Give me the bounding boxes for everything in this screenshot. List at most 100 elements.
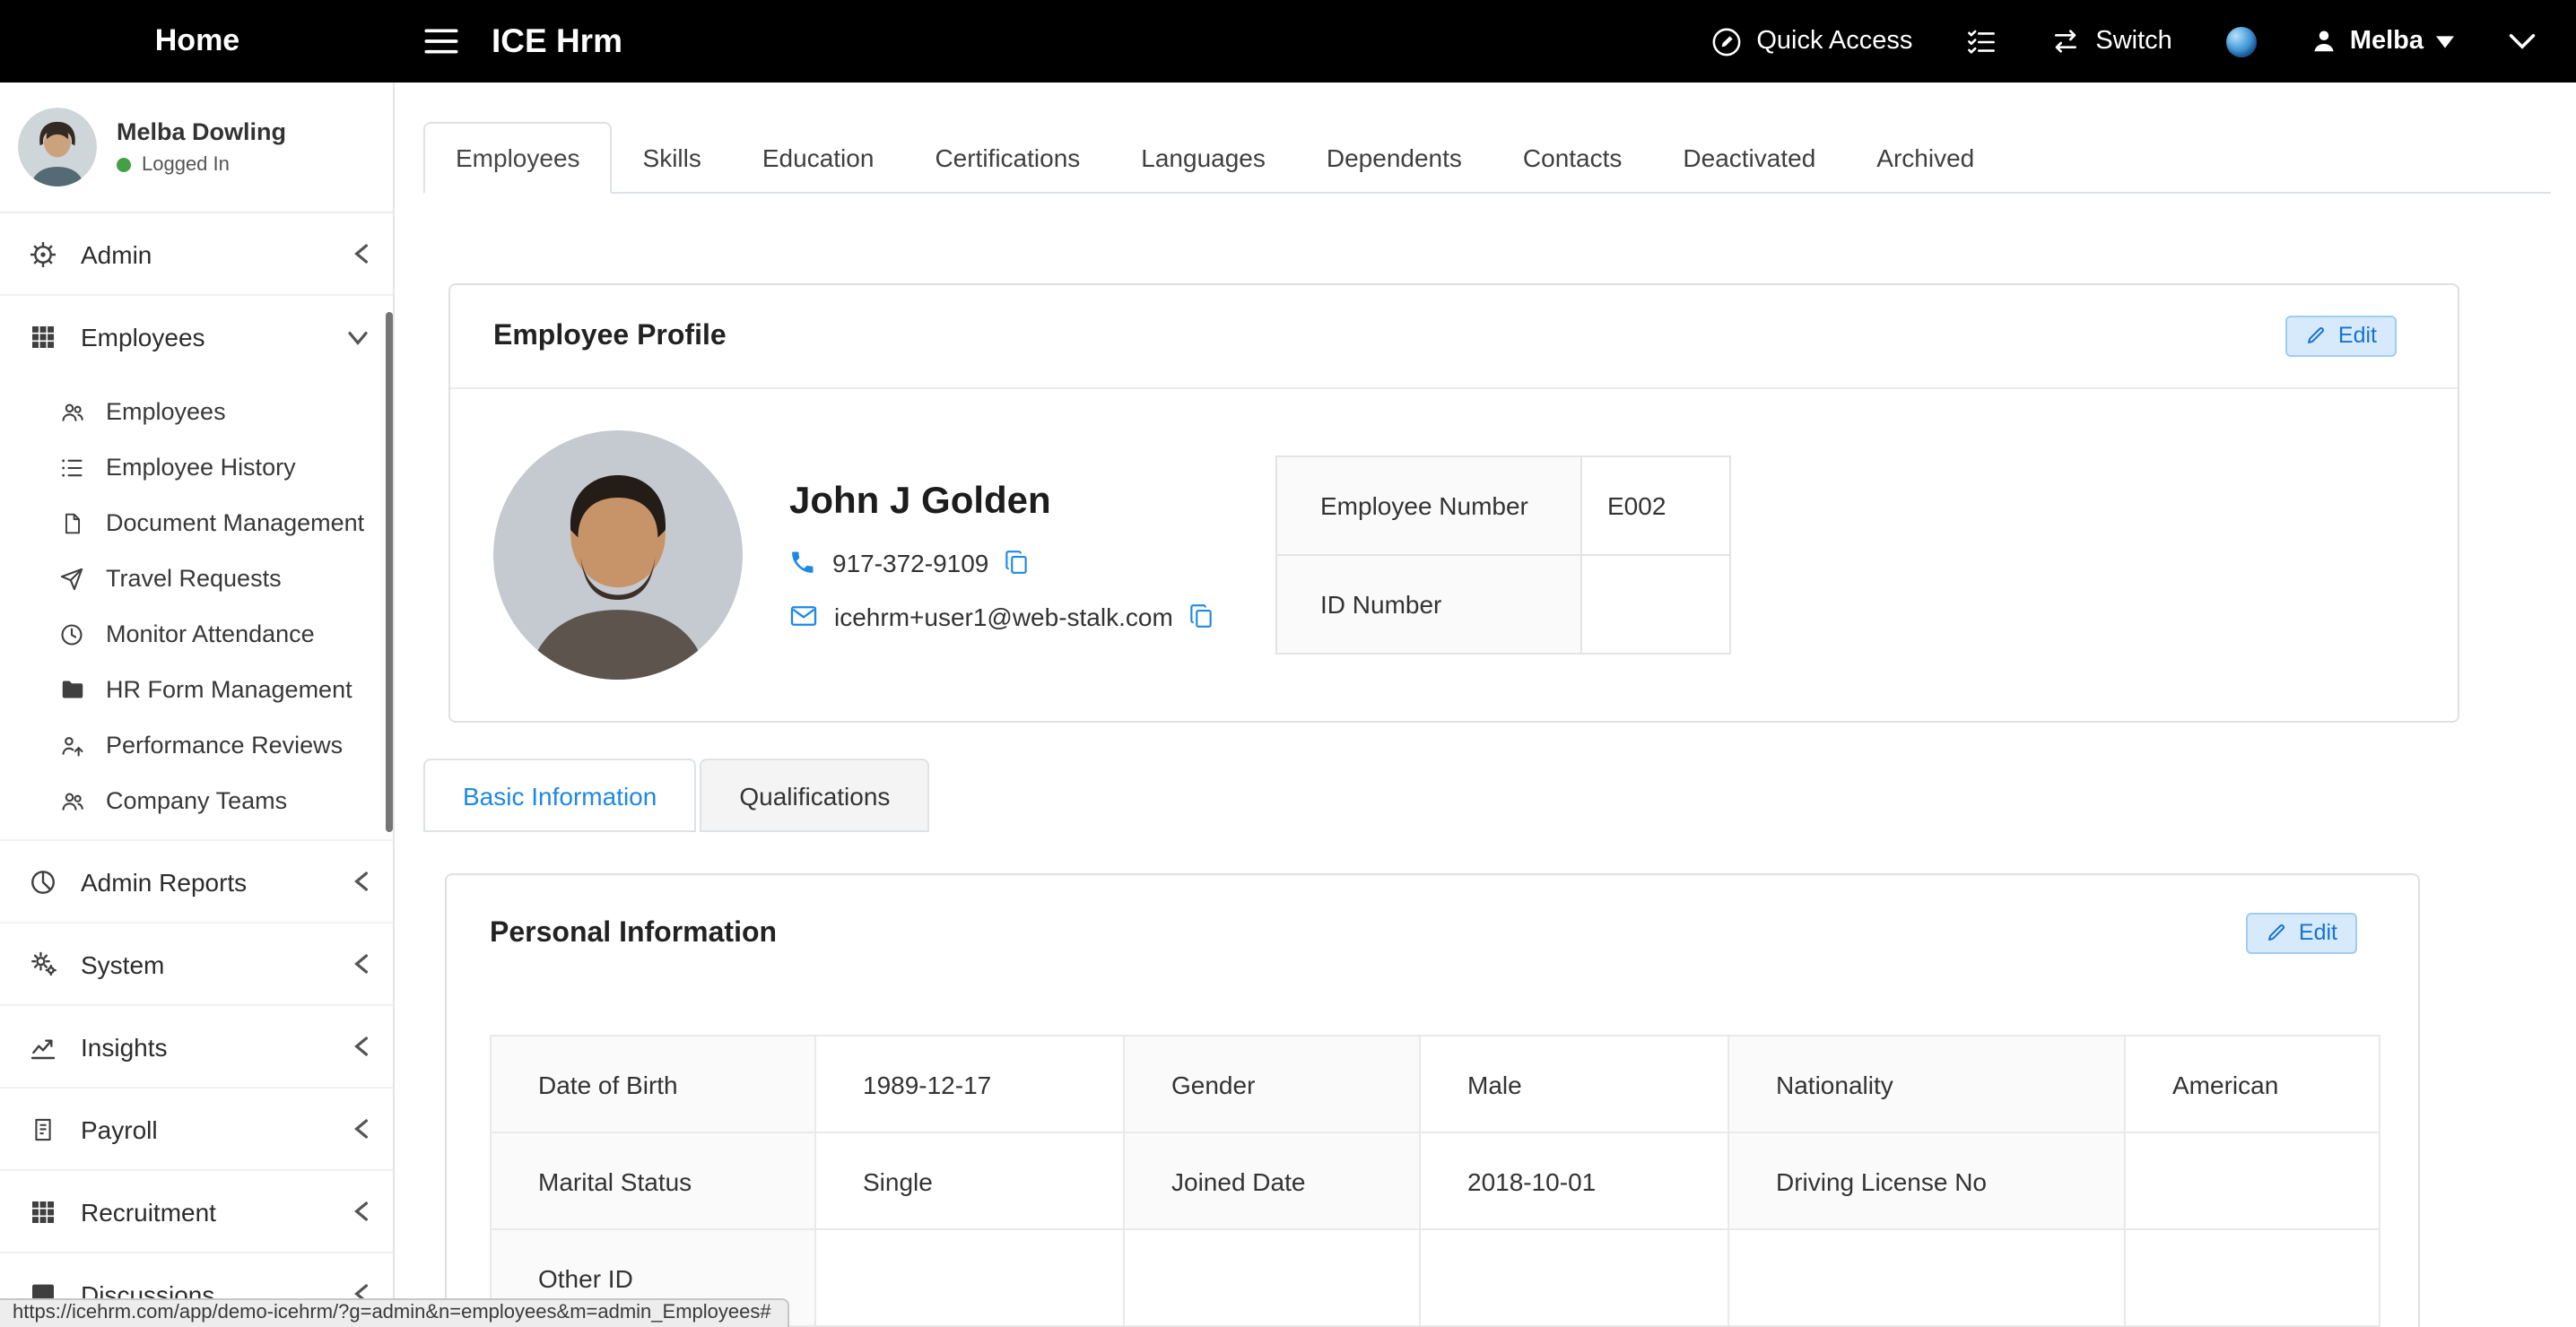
sidebar-subitem-hr-form-management[interactable]: HR Form Management — [0, 662, 393, 717]
sidebar-subitem-label: Document Management — [106, 509, 364, 536]
table-row: ID Number — [1276, 555, 1730, 654]
sidebar-item-label: Payroll — [81, 1115, 158, 1143]
edit-pencil-icon — [2267, 922, 2288, 943]
employee-photo — [493, 430, 743, 680]
sidebar-subitem-employee-history[interactable]: Employee History — [0, 439, 393, 495]
employee-id-table: Employee Number E002 ID Number — [1275, 455, 1731, 655]
sidebar-user-status: Logged In — [142, 154, 230, 176]
sidebar-subitem-document-management[interactable]: Document Management — [0, 495, 393, 551]
history-list-icon — [56, 455, 88, 480]
personal-information-title: Personal Information — [490, 917, 2247, 950]
table-row: Date of Birth 1989-12-17 Gender Male Nat… — [491, 1036, 2380, 1132]
globe-icon[interactable] — [2226, 26, 2257, 56]
user-menu[interactable]: Melba — [2311, 27, 2454, 56]
tab-deactivated[interactable]: Deactivated — [1652, 126, 1846, 192]
tab-certifications[interactable]: Certifications — [904, 126, 1110, 192]
main-content: Employees Skills Education Certification… — [395, 82, 2576, 1327]
employee-profile-title: Employee Profile — [493, 320, 2286, 352]
personal-information-card: Personal Information Edit Date of Birth … — [445, 873, 2420, 1327]
info-value — [2125, 1132, 2380, 1229]
performance-icon — [56, 733, 88, 758]
edit-personal-information-button[interactable]: Edit — [2247, 913, 2357, 954]
info-label: Joined Date — [1124, 1132, 1420, 1229]
switch-button[interactable]: Switch — [2050, 27, 2171, 56]
quick-access-button[interactable]: Quick Access — [1711, 26, 1912, 56]
person-icon — [2311, 27, 2337, 56]
info-label: Driving License No — [1728, 1132, 2125, 1229]
phone-icon — [789, 549, 816, 576]
subtab-basic-information[interactable]: Basic Information — [423, 759, 696, 832]
sidebar-item-label: Admin — [81, 239, 152, 268]
home-link[interactable]: Home — [0, 23, 395, 59]
edit-profile-button[interactable]: Edit — [2286, 316, 2397, 357]
edit-button-label: Edit — [2338, 323, 2377, 348]
switch-icon — [2050, 27, 2081, 56]
payroll-document-icon — [27, 1115, 59, 1143]
sidebar-item-admin-reports[interactable]: Admin Reports — [0, 841, 393, 924]
mail-icon — [789, 604, 818, 628]
sidebar-item-system[interactable]: System — [0, 924, 393, 1006]
sidebar-user-block: Melba Dowling Logged In — [0, 82, 393, 213]
sidebar-subitem-performance-reviews[interactable]: Performance Reviews — [0, 717, 393, 773]
sidebar-item-recruitment[interactable]: Recruitment — [0, 1171, 393, 1253]
sidebar-subitem-label: Travel Requests — [106, 565, 282, 592]
sidebar-item-payroll[interactable]: Payroll — [0, 1088, 393, 1171]
sidebar-subitem-travel-requests[interactable]: Travel Requests — [0, 551, 393, 606]
info-value — [815, 1229, 1124, 1326]
sidebar-scrollbar-thumb[interactable] — [386, 312, 393, 832]
edit-button-label: Edit — [2299, 920, 2337, 945]
employee-email: icehrm+user1@web-stalk.com — [834, 602, 1173, 630]
browser-status-url: https://icehrm.com/app/demo-icehrm/?g=ad… — [0, 1298, 789, 1327]
subtab-qualifications[interactable]: Qualifications — [700, 759, 929, 832]
chevron-left-icon — [353, 1117, 370, 1141]
compose-icon — [1711, 26, 1742, 56]
chevron-left-icon — [353, 1200, 370, 1223]
info-value: American — [2125, 1036, 2380, 1132]
chevron-left-icon — [353, 870, 370, 893]
employee-profile-card: Employee Profile Edit — [448, 283, 2459, 723]
field-label: ID Number — [1276, 555, 1581, 654]
recruitment-grid-icon — [27, 1197, 59, 1226]
people-icon — [56, 399, 88, 424]
sidebar-item-admin[interactable]: Admin — [0, 213, 393, 296]
tab-education[interactable]: Education — [732, 126, 905, 192]
detail-subtab-bar: Basic Information Qualifications — [423, 759, 929, 832]
sidebar: Melba Dowling Logged In Admin Employees — [0, 82, 395, 1327]
chevron-down-icon — [346, 329, 370, 345]
chevron-left-icon — [353, 1035, 370, 1058]
tab-languages[interactable]: Languages — [1110, 126, 1296, 192]
sidebar-subitem-label: Monitor Attendance — [106, 620, 315, 647]
tab-employees[interactable]: Employees — [423, 122, 613, 194]
field-value — [1581, 555, 1730, 654]
info-label: Gender — [1124, 1036, 1420, 1132]
hamburger-icon[interactable] — [416, 20, 466, 63]
info-value: Male — [1420, 1036, 1728, 1132]
info-label: Marital Status — [491, 1132, 815, 1229]
copy-icon[interactable] — [1189, 603, 1213, 629]
tasks-icon[interactable] — [1966, 28, 1997, 55]
tab-contacts[interactable]: Contacts — [1493, 126, 1653, 192]
tab-archived[interactable]: Archived — [1846, 126, 2005, 192]
sidebar-subitem-company-teams[interactable]: Company Teams — [0, 773, 393, 828]
info-value: Single — [815, 1132, 1124, 1229]
sidebar-item-employees-group[interactable]: Employees — [0, 296, 393, 378]
copy-icon[interactable] — [1005, 549, 1028, 576]
sidebar-subitem-monitor-attendance[interactable]: Monitor Attendance — [0, 606, 393, 662]
sidebar-item-insights[interactable]: Insights — [0, 1006, 393, 1088]
info-label: Nationality — [1728, 1036, 2125, 1132]
sidebar-item-label: System — [81, 950, 164, 978]
tab-dependents[interactable]: Dependents — [1296, 126, 1493, 192]
employee-name: John J Golden — [789, 480, 1275, 523]
navbar-chevron-down-icon[interactable] — [2508, 32, 2537, 50]
tab-skills[interactable]: Skills — [613, 126, 732, 192]
reports-pie-icon — [27, 867, 59, 896]
info-value — [1420, 1229, 1728, 1326]
gears-icon — [27, 949, 59, 979]
info-value: 1989-12-17 — [815, 1036, 1124, 1132]
info-value — [2125, 1229, 2380, 1326]
sidebar-subitem-employees[interactable]: Employees — [0, 384, 393, 439]
quick-access-label: Quick Access — [1756, 27, 1912, 56]
sidebar-item-label: Recruitment — [81, 1197, 216, 1226]
document-icon — [56, 510, 88, 535]
sidebar-user-name: Melba Dowling — [117, 118, 286, 145]
